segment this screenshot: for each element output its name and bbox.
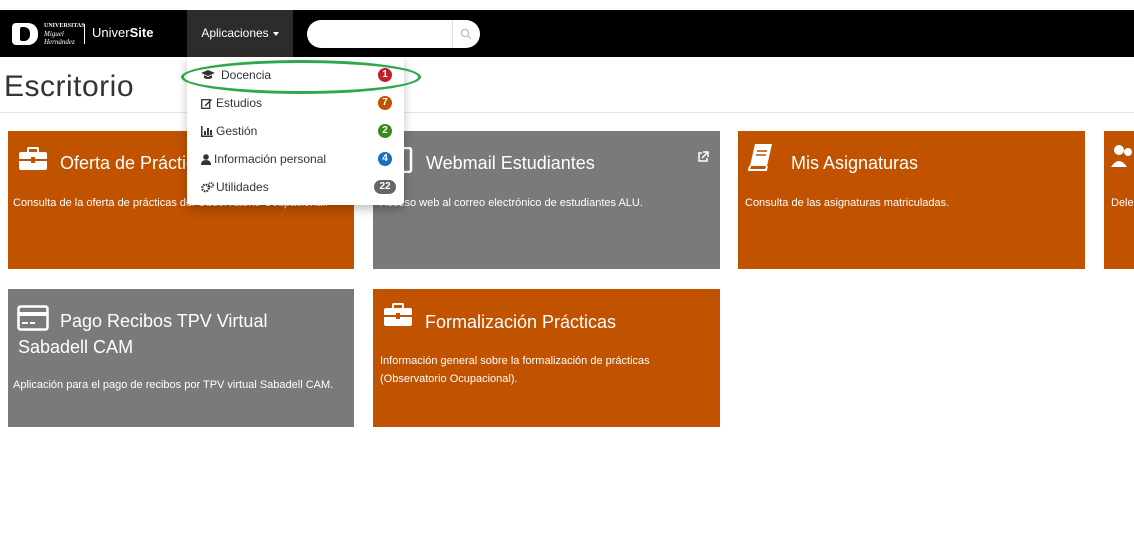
menu-item-gestion[interactable]: Gestión 2 [187,120,404,142]
user-icon [201,154,211,165]
menu-item-docencia[interactable]: Docencia 1 [187,64,404,86]
tile-pago-recibos-tpv[interactable]: Pago Recibos TPV Virtual Sabadell CAM Ap… [8,289,354,427]
notification-badge: 1 [378,68,392,82]
menu-item-label: Docencia [221,68,272,82]
users-icon [1111,145,1132,167]
menu-item-label: Estudios [216,96,263,110]
bar-chart-icon [201,126,213,137]
logo-line-2: Miguel [44,30,64,38]
university-logo-text: UNIVERSITAS Miguel Hernández [44,22,85,46]
tile-description: Aplicación para el pago de recibos por T… [13,379,334,391]
brand-prefix: Univer [92,25,130,40]
tile-description: Acceso web al correo electrónico de estu… [380,197,643,209]
cogs-icon [201,182,214,193]
menu-item-label: Utilidades [216,180,269,194]
tile-title: Pago Recibos TPV Virtual Sabadell CAM [18,311,268,357]
search-icon [460,28,472,40]
menu-item-label: Información personal [214,152,327,166]
notification-badge: 4 [378,152,392,166]
tile-title: Mis Asignaturas [791,153,919,173]
logo-line-1: UNIVERSITAS [44,23,85,29]
menu-item-informacion-personal[interactable]: Información personal 4 [187,148,404,170]
search-button[interactable] [452,20,480,48]
top-navbar: UNIVERSITAS Miguel Hernández UniverSite … [0,10,1134,57]
aplicaciones-dropdown: Docencia 1 Estudios 7 Gestión 2 Informac… [187,57,404,205]
briefcase-icon [19,147,47,170]
tile-webmail-estudiantes[interactable]: Webmail Estudiantes Acceso web al correo… [373,131,720,269]
menu-item-estudios[interactable]: Estudios 7 [187,92,404,114]
brand-link[interactable]: UniverSite [92,25,153,40]
tile-title: Formalización Prácticas [425,312,617,332]
logo-divider [84,24,85,44]
edit-icon [201,99,212,109]
book-icon [748,144,772,171]
notification-badge: 7 [378,96,392,110]
graduation-cap-icon [201,70,215,79]
logo-line-3: Hernández [44,38,75,46]
caret-down-icon [272,31,279,36]
aplicaciones-menu-toggle[interactable]: Aplicaciones [187,10,293,57]
aplicaciones-label: Aplicaciones [201,26,269,40]
tile-description: Información general sobre la formalizaci… [380,355,650,385]
tile-title: Webmail Estudiantes [426,153,595,173]
tile-description: Dele [1111,197,1134,209]
notification-badge: 22 [374,180,396,194]
page-title: Escritorio [4,70,135,103]
brand-suffix: Site [129,25,154,40]
title-divider [0,112,1134,113]
tile-delegacion-partial[interactable]: Dele [1104,131,1134,269]
umh-logo-icon[interactable] [12,23,38,45]
notification-badge: 2 [378,124,392,138]
external-link-icon[interactable] [697,151,709,163]
menu-item-utilidades[interactable]: Utilidades 22 [187,176,404,198]
tile-description: Consulta de las asignaturas matriculadas… [745,197,950,209]
tile-mis-asignaturas[interactable]: Mis Asignaturas Consulta de las asignatu… [738,131,1085,269]
menu-item-label: Gestión [216,124,258,138]
briefcase-icon [384,303,412,326]
tile-formalizacion-practicas[interactable]: Formalización Prácticas Información gene… [373,289,720,427]
